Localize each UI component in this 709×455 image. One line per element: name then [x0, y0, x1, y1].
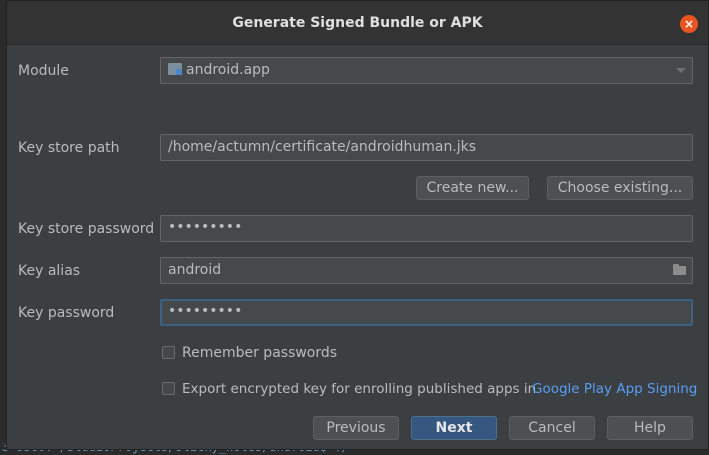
key-alias-input[interactable]: android	[160, 257, 693, 284]
chevron-down-icon	[676, 68, 686, 73]
choose-existing-button[interactable]: Choose existing...	[547, 176, 693, 200]
close-icon: ×	[683, 17, 695, 31]
export-encrypted-key-label[interactable]: Export encrypted key for enrolling publi…	[182, 381, 536, 397]
module-value: android.app	[186, 62, 270, 78]
next-button[interactable]: Next	[411, 416, 497, 440]
key-alias-label: Key alias	[18, 263, 81, 279]
keystore-password-input[interactable]: •••••••••	[160, 215, 693, 242]
cancel-button[interactable]: Cancel	[509, 416, 595, 440]
key-password-input[interactable]: •••••••••	[160, 299, 693, 326]
key-password-label: Key password	[18, 305, 115, 321]
key-password-value: •••••••••	[168, 303, 243, 319]
create-new-button[interactable]: Create new...	[416, 176, 529, 200]
close-button[interactable]: ×	[680, 15, 698, 33]
keystore-path-label: Key store path	[18, 140, 120, 156]
module-label: Module	[18, 63, 69, 79]
module-dropdown[interactable]: android.app	[160, 57, 693, 84]
keystore-path-value: /home/actumn/certificate/androidhuman.jk…	[168, 139, 477, 155]
export-encrypted-key-checkbox[interactable]	[162, 382, 175, 395]
module-icon	[168, 63, 182, 75]
remember-passwords-checkbox[interactable]	[162, 346, 175, 359]
keystore-path-input[interactable]: /home/actumn/certificate/androidhuman.jk…	[160, 134, 693, 161]
key-alias-value: android	[168, 262, 222, 278]
folder-icon[interactable]	[673, 264, 686, 275]
title-bar: Generate Signed Bundle or APK ×	[7, 1, 708, 45]
previous-button[interactable]: Previous	[313, 416, 399, 440]
remember-passwords-label[interactable]: Remember passwords	[182, 345, 337, 361]
dialog-title: Generate Signed Bundle or APK	[232, 15, 483, 31]
keystore-password-label: Key store password	[18, 221, 155, 237]
generate-signed-apk-dialog: Generate Signed Bundle or APK × Module a…	[6, 0, 709, 450]
google-play-app-signing-link[interactable]: Google Play App Signing	[532, 381, 697, 397]
keystore-password-value: •••••••••	[168, 219, 243, 235]
help-button[interactable]: Help	[607, 416, 693, 440]
